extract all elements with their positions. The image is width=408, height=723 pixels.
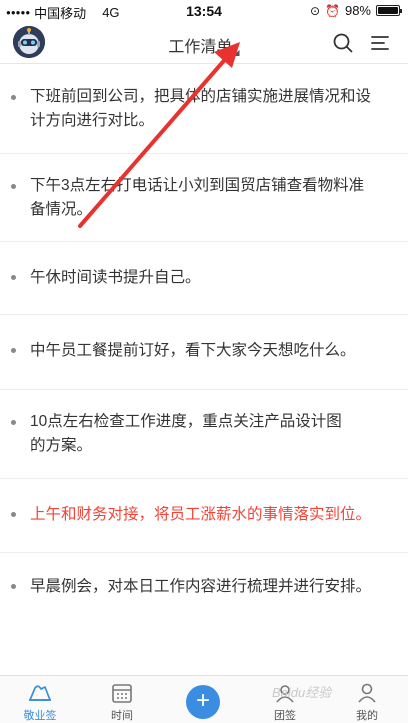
add-button[interactable]: + <box>186 685 220 719</box>
bullet-icon <box>11 275 16 280</box>
task-text-line: 备情况。 <box>30 201 93 218</box>
task-text: 10点左右检查工作进度，重点关注产品设计图 的方案。 <box>30 410 390 458</box>
task-item[interactable]: 午休时间读书提升自己。 <box>0 242 408 315</box>
tab-notes[interactable]: 敬业签 <box>10 682 70 723</box>
tab-label: 团签 <box>274 710 296 722</box>
tab-label: 时间 <box>111 710 133 722</box>
alarm-icon: ⏰ <box>325 3 340 18</box>
task-text: 下午3点左右打电话让小刘到国贸店铺查看物料准 备情况。 <box>30 174 390 222</box>
bullet-icon <box>11 584 16 589</box>
task-text: 中午员工餐提前订好，看下大家今天想吃什么。 <box>30 339 390 363</box>
task-item[interactable]: 10点左右检查工作进度，重点关注产品设计图 的方案。 <box>0 390 408 479</box>
menu-icon[interactable] <box>368 31 392 55</box>
bullet-icon <box>11 512 16 517</box>
task-item[interactable]: 早晨例会，对本日工作内容进行梳理并进行安排。 <box>0 553 408 625</box>
app-header: 工作清单◢ <box>0 22 408 64</box>
status-bar: ●●●●● 中国移动 4G 13:54 ⊙ ⏰ 98% <box>0 0 408 22</box>
task-text-line: 下班前回到公司，把具体的店铺实施进展情况和设 <box>30 88 372 105</box>
tab-time[interactable]: 时间 <box>92 682 152 723</box>
task-text-line: 午休时间读书提升自己。 <box>30 269 201 286</box>
task-text: 早晨例会，对本日工作内容进行梳理并进行安排。 <box>30 575 390 599</box>
task-text-line: 10点左右检查工作进度，重点关注产品设计图 <box>30 413 342 430</box>
watermark: Baidu经验 <box>272 685 332 700</box>
task-text: 午休时间读书提升自己。 <box>30 266 390 290</box>
task-text-line: 中午员工餐提前订好，看下大家今天想吃什么。 <box>30 342 356 359</box>
task-item[interactable]: 下班前回到公司，把具体的店铺实施进展情况和设 计方向进行对比。 <box>0 65 408 154</box>
user-icon <box>358 683 376 703</box>
bullet-icon <box>11 420 16 425</box>
battery-percent: 98% <box>344 3 371 18</box>
task-text: 下班前回到公司，把具体的店铺实施进展情况和设 计方向进行对比。 <box>30 85 390 133</box>
tab-label: 我的 <box>356 710 378 722</box>
tab-label: 敬业签 <box>23 710 57 722</box>
caret-down-icon: ◢ <box>233 48 240 57</box>
bottom-tab-bar: 敬业签 时间 + 团签 Baidu经验 我的 <box>0 675 408 723</box>
task-text-highlighted: 上午和财务对接，将员工涨薪水的事情落实到位。 <box>30 503 390 527</box>
bullet-icon <box>11 184 16 189</box>
task-text-line: 上午和财务对接，将员工涨薪水的事情落实到位。 <box>30 506 372 523</box>
task-text-line: 的方案。 <box>30 437 93 454</box>
page-title-text: 工作清单 <box>168 39 233 56</box>
task-item[interactable]: 中午员工餐提前订好，看下大家今天想吃什么。 <box>0 315 408 390</box>
task-text-line: 计方向进行对比。 <box>30 112 155 129</box>
task-text-line: 早晨例会，对本日工作内容进行梳理并进行安排。 <box>30 578 372 595</box>
status-right: ⊙ ⏰ 98% <box>309 3 402 18</box>
task-item[interactable]: 上午和财务对接，将员工涨薪水的事情落实到位。 <box>0 479 408 553</box>
note-icon <box>29 685 51 701</box>
calendar-icon <box>112 684 132 703</box>
task-item[interactable]: 下午3点左右打电话让小刘到国贸店铺查看物料准 备情况。 <box>0 154 408 242</box>
bullet-icon <box>11 348 16 353</box>
battery-icon <box>376 5 402 16</box>
task-text-line: 下午3点左右打电话让小刘到国贸店铺查看物料准 <box>30 177 365 194</box>
bullet-icon <box>11 95 16 100</box>
lock-rotation-icon: ⊙ <box>309 3 321 18</box>
tab-mine[interactable]: 我的 <box>337 682 397 723</box>
search-icon[interactable] <box>331 31 355 55</box>
